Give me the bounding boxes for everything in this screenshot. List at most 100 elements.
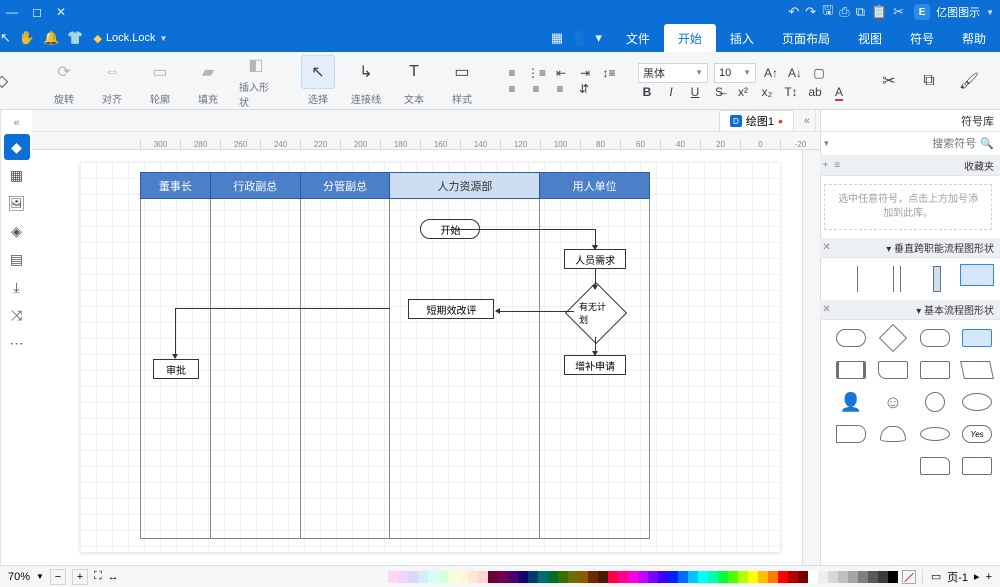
section-basic-label[interactable]: ▾ 基本流程图形状 <box>916 302 994 317</box>
fill-button[interactable]: ▰ <box>191 55 225 89</box>
color-swatch[interactable] <box>768 571 778 583</box>
color-swatch[interactable] <box>388 571 398 583</box>
color-swatch[interactable] <box>718 571 728 583</box>
window-maximize-icon[interactable]: ◻ <box>32 5 42 19</box>
color-swatch[interactable] <box>818 571 828 583</box>
color-swatch[interactable] <box>658 571 668 583</box>
color-swatch[interactable] <box>848 571 858 583</box>
no-fill-swatch[interactable] <box>902 570 916 584</box>
menu-tab-6[interactable]: 帮助 <box>948 24 1000 52</box>
color-swatch[interactable] <box>828 571 838 583</box>
color-swatch[interactable] <box>838 571 848 583</box>
shape-doc[interactable] <box>876 358 910 382</box>
color-swatch[interactable] <box>408 571 418 583</box>
rotate-button[interactable]: ⟳ <box>47 55 81 89</box>
strike-button[interactable]: S̶ <box>710 85 728 99</box>
align-right-button[interactable]: ≡ <box>551 82 569 96</box>
align-button[interactable]: ⇔ <box>95 55 129 89</box>
font-color-button[interactable]: A <box>830 85 848 99</box>
zoom-in-button[interactable]: + <box>72 569 88 585</box>
qat-copy-icon[interactable]: ⧉ <box>856 4 865 20</box>
cut-button[interactable]: ✂ <box>872 64 906 98</box>
lane-header-4[interactable]: 用人单位 <box>540 173 650 199</box>
swimlane-diagram[interactable]: 董事长行政副总分管副总人力资源部用人单位 审批 开始 短期效改评 <box>140 172 650 539</box>
menu-tab-3[interactable]: 页面布局 <box>768 24 844 52</box>
zoom-out-button[interactable]: − <box>50 569 66 585</box>
vbar-shape[interactable] <box>920 264 954 294</box>
export-icon[interactable]: ⤓ <box>4 274 30 300</box>
shuffle-icon[interactable]: ⤨ <box>4 302 30 328</box>
text-direction-button[interactable]: ab <box>806 85 824 99</box>
color-swatch[interactable] <box>608 571 618 583</box>
line-button[interactable]: ▭ <box>143 55 177 89</box>
shape-ellipse[interactable] <box>960 390 994 414</box>
qat-save-icon[interactable]: 🖫 <box>822 1 833 23</box>
window-close-icon[interactable]: ✕ <box>56 5 66 19</box>
lane-header-1[interactable]: 行政副总 <box>210 173 300 199</box>
image-icon[interactable]: 🖼 <box>4 190 30 216</box>
shape-tag[interactable] <box>834 422 868 446</box>
user-icon[interactable]: 👤 <box>571 30 587 46</box>
indent-right-button[interactable]: ⇥ <box>576 66 594 80</box>
shirt-icon[interactable]: 👕 <box>67 30 83 46</box>
color-swatch[interactable] <box>428 571 438 583</box>
lane-header-0[interactable]: 董事长 <box>141 173 211 199</box>
menu-tab-5[interactable]: 符号 <box>896 24 948 52</box>
shape-person[interactable]: ☺ <box>876 390 910 414</box>
shape-dblrect[interactable] <box>834 358 868 382</box>
color-swatch[interactable] <box>418 571 428 583</box>
menu-tab-2[interactable]: 插入 <box>716 24 768 52</box>
bullet-list-button[interactable]: ≡ <box>503 66 521 80</box>
theme-icon[interactable]: ◆ <box>4 134 30 160</box>
lane-header-2[interactable]: 分管副总 <box>300 173 390 199</box>
italic-button[interactable]: I <box>662 85 680 99</box>
color-swatch[interactable] <box>798 571 808 583</box>
indent-left-button[interactable]: ⇤ <box>552 66 570 80</box>
color-swatch[interactable] <box>708 571 718 583</box>
color-swatch[interactable] <box>488 571 498 583</box>
shape-rect2[interactable] <box>918 358 952 382</box>
color-swatch[interactable] <box>728 571 738 583</box>
subscript-button[interactable]: x₂ <box>758 85 776 99</box>
underline-button[interactable]: U <box>686 85 704 99</box>
add-favorite-icon[interactable]: + <box>822 160 828 171</box>
hand-icon[interactable]: ✋ <box>19 30 35 46</box>
shape-cyl[interactable] <box>876 422 910 446</box>
color-swatch[interactable] <box>878 571 888 583</box>
page[interactable]: 董事长行政副总分管副总人力资源部用人单位 审批 开始 短期效改评 <box>80 162 780 552</box>
color-swatch[interactable] <box>478 571 488 583</box>
color-swatch[interactable] <box>518 571 528 583</box>
qat-print-icon[interactable]: ⎙ <box>839 4 849 20</box>
menu-tab-4[interactable]: 视图 <box>844 24 896 52</box>
shape-para[interactable] <box>960 358 994 382</box>
more-icon[interactable]: ⋯ <box>4 330 30 356</box>
shape-yes[interactable]: Yes <box>960 422 994 446</box>
close-section2-icon[interactable]: ✕ <box>822 304 830 315</box>
copy-button[interactable]: ⧉ <box>912 64 946 98</box>
qat-redo-icon[interactable]: ↷ <box>805 4 816 20</box>
bell-icon[interactable]: 🔔 <box>43 30 59 46</box>
color-swatch[interactable] <box>558 571 568 583</box>
color-swatch[interactable] <box>698 571 708 583</box>
color-swatch[interactable] <box>628 571 638 583</box>
page-indicator[interactable]: 页-1 <box>947 569 968 585</box>
color-swatch[interactable] <box>548 571 558 583</box>
eraser-button[interactable]: ◇ <box>0 64 19 98</box>
color-swatch[interactable] <box>778 571 788 583</box>
canvas[interactable]: -200204060801001201401601802002202402602… <box>32 132 820 565</box>
number-list-button[interactable]: ⋮≡ <box>527 66 546 80</box>
shape-circle[interactable] <box>918 390 952 414</box>
color-swatch[interactable] <box>758 571 768 583</box>
menu-tab-0[interactable]: 文件 <box>612 24 664 52</box>
qat-undo-icon[interactable]: ↶ <box>788 4 799 20</box>
valign-button[interactable]: ⇵ <box>575 82 593 96</box>
outline-icon[interactable]: ▤ <box>4 246 30 272</box>
page-next-icon[interactable]: ▸ <box>974 570 980 583</box>
zoom-value[interactable]: 70% <box>8 571 30 583</box>
superscript-button[interactable]: x² <box>734 85 752 99</box>
shape-note[interactable] <box>918 454 952 478</box>
connector-button[interactable]: ↳ <box>349 55 383 89</box>
shape-card[interactable] <box>960 454 994 478</box>
qat-cut-icon[interactable]: ✂ <box>893 4 904 20</box>
select-tool-button[interactable]: ↖ <box>301 55 335 89</box>
